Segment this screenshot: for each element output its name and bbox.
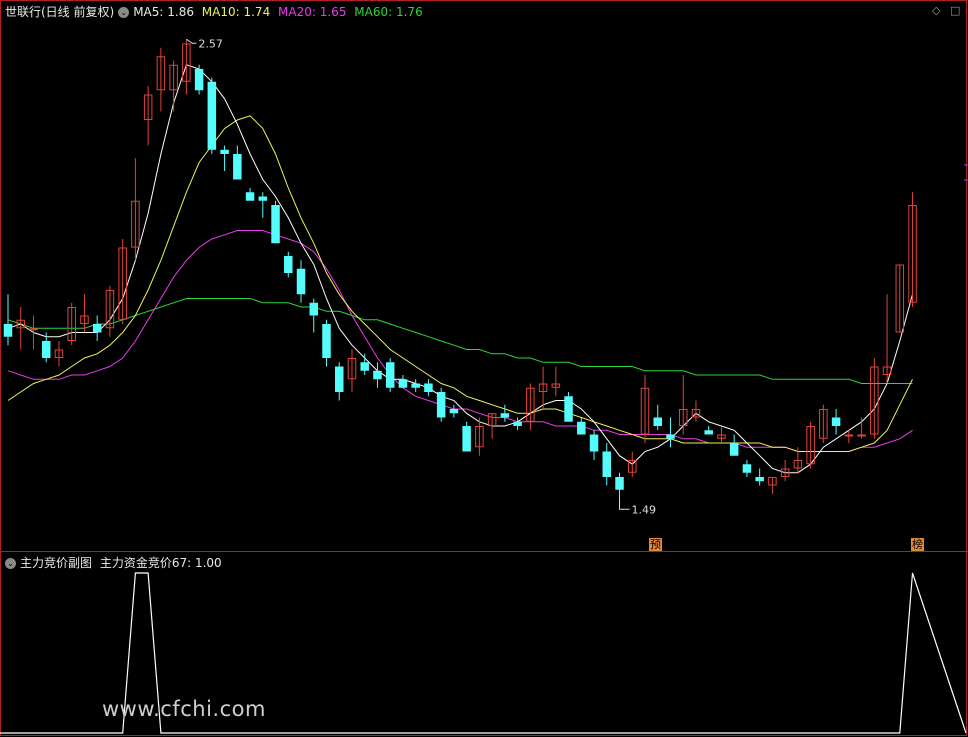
ma60-line bbox=[7, 298, 913, 384]
ma20-line bbox=[7, 230, 913, 452]
candle-body bbox=[194, 69, 204, 91]
candle-body bbox=[284, 256, 293, 273]
candle-body bbox=[564, 396, 573, 422]
tag-bang: 榜 bbox=[911, 538, 924, 551]
candle-body bbox=[500, 413, 510, 418]
candle-body bbox=[424, 383, 433, 392]
chevron-down-icon[interactable]: ⌄ bbox=[118, 7, 130, 18]
high-label: 2.57 bbox=[198, 37, 223, 50]
candle-body bbox=[844, 434, 854, 437]
candle-body bbox=[666, 434, 675, 439]
candle-body bbox=[309, 302, 319, 316]
high-pointer bbox=[186, 38, 197, 44]
candle-body bbox=[411, 383, 420, 388]
candle-body bbox=[92, 324, 102, 333]
square-icon[interactable]: □ bbox=[950, 4, 960, 17]
chart-frame bbox=[0, 0, 967, 736]
candle-body bbox=[296, 268, 306, 295]
candle-body bbox=[704, 430, 713, 435]
candle-body bbox=[3, 324, 13, 337]
candle-body bbox=[653, 417, 662, 426]
chevron-down-icon[interactable]: ⌄ bbox=[5, 558, 16, 569]
ma10-label: MA10: 1.74 bbox=[201, 5, 271, 19]
candle-body bbox=[615, 477, 624, 490]
candle-body bbox=[462, 426, 471, 452]
candle-body bbox=[207, 81, 217, 150]
tag-yu: 预 bbox=[649, 538, 662, 551]
candle-body bbox=[436, 392, 446, 418]
main-legend: 世联行(日线 前复权) ⌄ MA5: 1.86 MA10: 1.74 MA20: 1… bbox=[5, 3, 427, 20]
ma5-label: MA5: 1.86 bbox=[133, 5, 194, 19]
candle-body bbox=[220, 149, 229, 154]
candle-body bbox=[589, 434, 599, 452]
sub-title: 主力竞价副图 bbox=[20, 556, 93, 570]
main-title: 世联行(日线 前复权) bbox=[5, 5, 115, 19]
candle-body bbox=[398, 379, 408, 388]
candle-body bbox=[271, 205, 280, 244]
candle-body bbox=[258, 196, 268, 201]
sub-value: 主力资金竞价67: 1.00 bbox=[99, 556, 222, 570]
candle-body bbox=[729, 443, 739, 456]
ma10-line bbox=[7, 115, 913, 452]
candle-body bbox=[29, 328, 38, 331]
candle-body bbox=[385, 362, 395, 388]
candle-body bbox=[857, 434, 866, 437]
ma60-label: MA60: 1.76 bbox=[354, 5, 423, 19]
sub-legend: ⌄ 主力竞价副图 主力资金竞价67: 1.00 bbox=[5, 554, 226, 571]
candle-body bbox=[373, 370, 382, 380]
candle-body bbox=[245, 192, 255, 201]
diamond-icon[interactable]: ◇ bbox=[932, 4, 940, 17]
ma20-label: MA20: 1.65 bbox=[278, 5, 347, 19]
price-chart: 2.57 1.49 bbox=[0, 0, 968, 736]
candle-body bbox=[41, 341, 51, 358]
candle-body bbox=[513, 421, 522, 426]
candle-body bbox=[360, 362, 369, 371]
candle-body bbox=[449, 409, 459, 414]
candle-body bbox=[322, 324, 331, 358]
candle-body bbox=[831, 417, 841, 426]
candle-body bbox=[602, 451, 612, 477]
candle-body bbox=[742, 464, 752, 473]
chart-window: { "main_legend": { "title": "世联行(日线 前复权)… bbox=[0, 0, 968, 737]
candle-body bbox=[577, 421, 586, 435]
candle-body bbox=[755, 477, 764, 482]
candle-body bbox=[334, 366, 344, 392]
low-label: 1.49 bbox=[632, 503, 657, 516]
watermark: www.cfchi.com bbox=[102, 697, 266, 721]
candle-body bbox=[233, 154, 242, 180]
ma5-line bbox=[7, 64, 913, 474]
low-pointer bbox=[619, 498, 630, 510]
